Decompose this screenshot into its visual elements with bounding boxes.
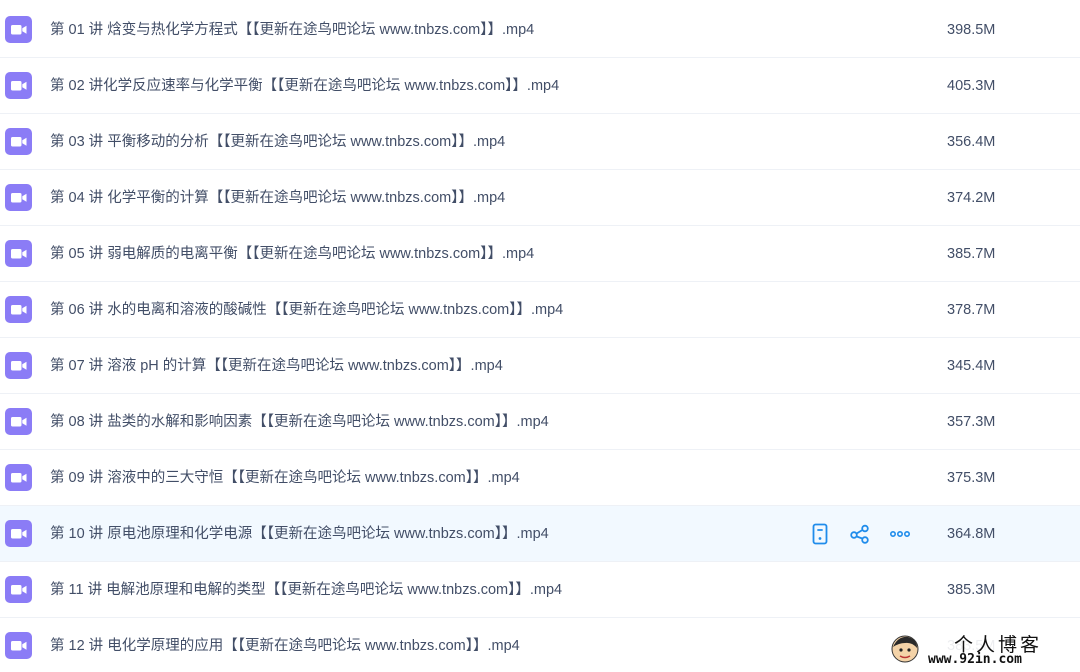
file-size: 378.7M bbox=[947, 302, 996, 318]
file-name[interactable]: 第 04 讲 化学平衡的计算【【更新在途鸟吧论坛 www.tnbzs.com】】… bbox=[50, 188, 505, 208]
file-row[interactable]: 第 11 讲 电解池原理和电解的类型【【更新在途鸟吧论坛 www.tnbzs.c… bbox=[0, 562, 1080, 618]
file-name[interactable]: 第 02 讲化学反应速率与化学平衡【【更新在途鸟吧论坛 www.tnbzs.co… bbox=[50, 76, 559, 96]
file-row[interactable]: 第 07 讲 溶液 pH 的计算【【更新在途鸟吧论坛 www.tnbzs.com… bbox=[0, 338, 1080, 394]
video-file-icon bbox=[5, 352, 32, 379]
file-name[interactable]: 第 05 讲 弱电解质的电离平衡【【更新在途鸟吧论坛 www.tnbzs.com… bbox=[50, 244, 534, 264]
file-name[interactable]: 第 01 讲 焓变与热化学方程式【【更新在途鸟吧论坛 www.tnbzs.com… bbox=[50, 20, 534, 40]
file-size: 385.3M bbox=[947, 582, 996, 598]
file-name[interactable]: 第 07 讲 溶液 pH 的计算【【更新在途鸟吧论坛 www.tnbzs.com… bbox=[50, 356, 503, 376]
video-file-icon bbox=[5, 296, 32, 323]
video-file-icon bbox=[5, 128, 32, 155]
file-name[interactable]: 第 11 讲 电解池原理和电解的类型【【更新在途鸟吧论坛 www.tnbzs.c… bbox=[50, 580, 562, 600]
video-file-icon bbox=[5, 464, 32, 491]
avatar-logo-icon bbox=[891, 635, 919, 663]
file-row[interactable]: 第 06 讲 水的电离和溶液的酸碱性【【更新在途鸟吧论坛 www.tnbzs.c… bbox=[0, 282, 1080, 338]
file-list: 第 01 讲 焓变与热化学方程式【【更新在途鸟吧论坛 www.tnbzs.com… bbox=[0, 0, 1080, 672]
file-size: 357.3M bbox=[947, 414, 996, 430]
file-name[interactable]: 第 12 讲 电化学原理的应用【【更新在途鸟吧论坛 www.tnbzs.com】… bbox=[50, 636, 520, 656]
video-file-icon bbox=[5, 520, 32, 547]
file-size: 375.3M bbox=[947, 470, 996, 486]
file-row[interactable]: 第 10 讲 原电池原理和化学电源【【更新在途鸟吧论坛 www.tnbzs.co… bbox=[0, 506, 1080, 562]
file-row[interactable]: 第 01 讲 焓变与热化学方程式【【更新在途鸟吧论坛 www.tnbzs.com… bbox=[0, 2, 1080, 58]
phone-icon[interactable] bbox=[808, 522, 832, 546]
file-row[interactable]: 第 02 讲化学反应速率与化学平衡【【更新在途鸟吧论坛 www.tnbzs.co… bbox=[0, 58, 1080, 114]
watermark-url: www.92in.com bbox=[928, 652, 1022, 667]
file-size: 405.3M bbox=[947, 78, 996, 94]
file-size: 364.8M bbox=[947, 526, 996, 542]
file-name[interactable]: 第 10 讲 原电池原理和化学电源【【更新在途鸟吧论坛 www.tnbzs.co… bbox=[50, 524, 549, 544]
file-size: 356.4M bbox=[947, 134, 996, 150]
file-row[interactable]: 第 08 讲 盐类的水解和影响因素【【更新在途鸟吧论坛 www.tnbzs.co… bbox=[0, 394, 1080, 450]
watermark: 个人博客 www.92in.com bbox=[884, 628, 1080, 672]
file-size: 345.4M bbox=[947, 358, 996, 374]
video-file-icon bbox=[5, 16, 32, 43]
file-row[interactable]: 第 04 讲 化学平衡的计算【【更新在途鸟吧论坛 www.tnbzs.com】】… bbox=[0, 170, 1080, 226]
share-icon[interactable] bbox=[848, 522, 872, 546]
file-name[interactable]: 第 03 讲 平衡移动的分析【【更新在途鸟吧论坛 www.tnbzs.com】】… bbox=[50, 132, 505, 152]
file-name[interactable]: 第 09 讲 溶液中的三大守恒【【更新在途鸟吧论坛 www.tnbzs.com】… bbox=[50, 468, 520, 488]
file-row[interactable]: 第 03 讲 平衡移动的分析【【更新在途鸟吧论坛 www.tnbzs.com】】… bbox=[0, 114, 1080, 170]
file-size: 398.5M bbox=[947, 22, 996, 38]
video-file-icon bbox=[5, 576, 32, 603]
file-size: 374.2M bbox=[947, 190, 996, 206]
video-file-icon bbox=[5, 72, 32, 99]
file-row[interactable]: 第 05 讲 弱电解质的电离平衡【【更新在途鸟吧论坛 www.tnbzs.com… bbox=[0, 226, 1080, 282]
video-file-icon bbox=[5, 184, 32, 211]
file-name[interactable]: 第 06 讲 水的电离和溶液的酸碱性【【更新在途鸟吧论坛 www.tnbzs.c… bbox=[50, 300, 563, 320]
file-size: 385.7M bbox=[947, 246, 996, 262]
video-file-icon bbox=[5, 632, 32, 659]
video-file-icon bbox=[5, 408, 32, 435]
file-name[interactable]: 第 08 讲 盐类的水解和影响因素【【更新在途鸟吧论坛 www.tnbzs.co… bbox=[50, 412, 549, 432]
more-icon[interactable] bbox=[888, 522, 912, 546]
video-file-icon bbox=[5, 240, 32, 267]
file-row[interactable]: 第 09 讲 溶液中的三大守恒【【更新在途鸟吧论坛 www.tnbzs.com】… bbox=[0, 450, 1080, 506]
